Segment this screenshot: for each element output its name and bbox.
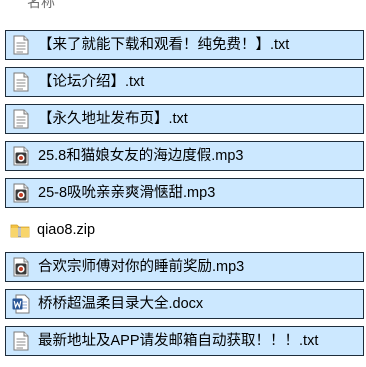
file-row[interactable]: 【论坛介绍】.txt xyxy=(5,67,364,97)
name-column-label: 名称 xyxy=(27,0,55,10)
name-column-header[interactable]: 名称 xyxy=(0,0,366,13)
file-name: qiao8.zip xyxy=(37,222,96,238)
audio-file-icon xyxy=(10,145,32,167)
file-name: 25-8吸吮亲亲爽滑惬甜.mp3 xyxy=(38,185,216,201)
file-explorer-list-view: 名称 【来了就能下载和观看！纯免费！】.txt 【论坛介绍】.txt 【永久地址… xyxy=(0,0,366,367)
word-document-icon xyxy=(10,293,32,315)
file-name: 【永久地址发布页】.txt xyxy=(38,111,188,127)
file-row[interactable]: qiao8.zip xyxy=(5,215,364,245)
file-row[interactable]: 25-8吸吮亲亲爽滑惬甜.mp3 xyxy=(5,178,364,208)
file-row[interactable]: 【永久地址发布页】.txt xyxy=(5,104,364,134)
audio-file-icon xyxy=(10,256,32,278)
file-name: 25.8和猫娘女友的海边度假.mp3 xyxy=(38,148,244,164)
file-name: 最新地址及APP请发邮箱自动获取！！！.txt xyxy=(38,333,319,349)
file-row[interactable]: 桥桥超温柔目录大全.docx xyxy=(5,289,364,319)
file-name: 【论坛介绍】.txt xyxy=(38,74,145,90)
text-file-icon xyxy=(10,71,32,93)
file-name: 合欢宗师傅对你的睡前奖励.mp3 xyxy=(38,259,245,275)
text-file-icon xyxy=(10,108,32,130)
file-row[interactable]: 【来了就能下载和观看！纯免费！】.txt xyxy=(5,30,364,60)
file-row[interactable]: 合欢宗师傅对你的睡前奖励.mp3 xyxy=(5,252,364,282)
file-row[interactable]: 最新地址及APP请发邮箱自动获取！！！.txt xyxy=(5,326,364,356)
file-name: 桥桥超温柔目录大全.docx xyxy=(38,296,204,312)
text-file-icon xyxy=(10,34,32,56)
zip-folder-icon xyxy=(9,219,31,241)
text-file-icon xyxy=(10,330,32,352)
file-row[interactable]: 25.8和猫娘女友的海边度假.mp3 xyxy=(5,141,364,171)
audio-file-icon xyxy=(10,182,32,204)
file-name: 【来了就能下载和观看！纯免费！】.txt xyxy=(38,37,290,53)
